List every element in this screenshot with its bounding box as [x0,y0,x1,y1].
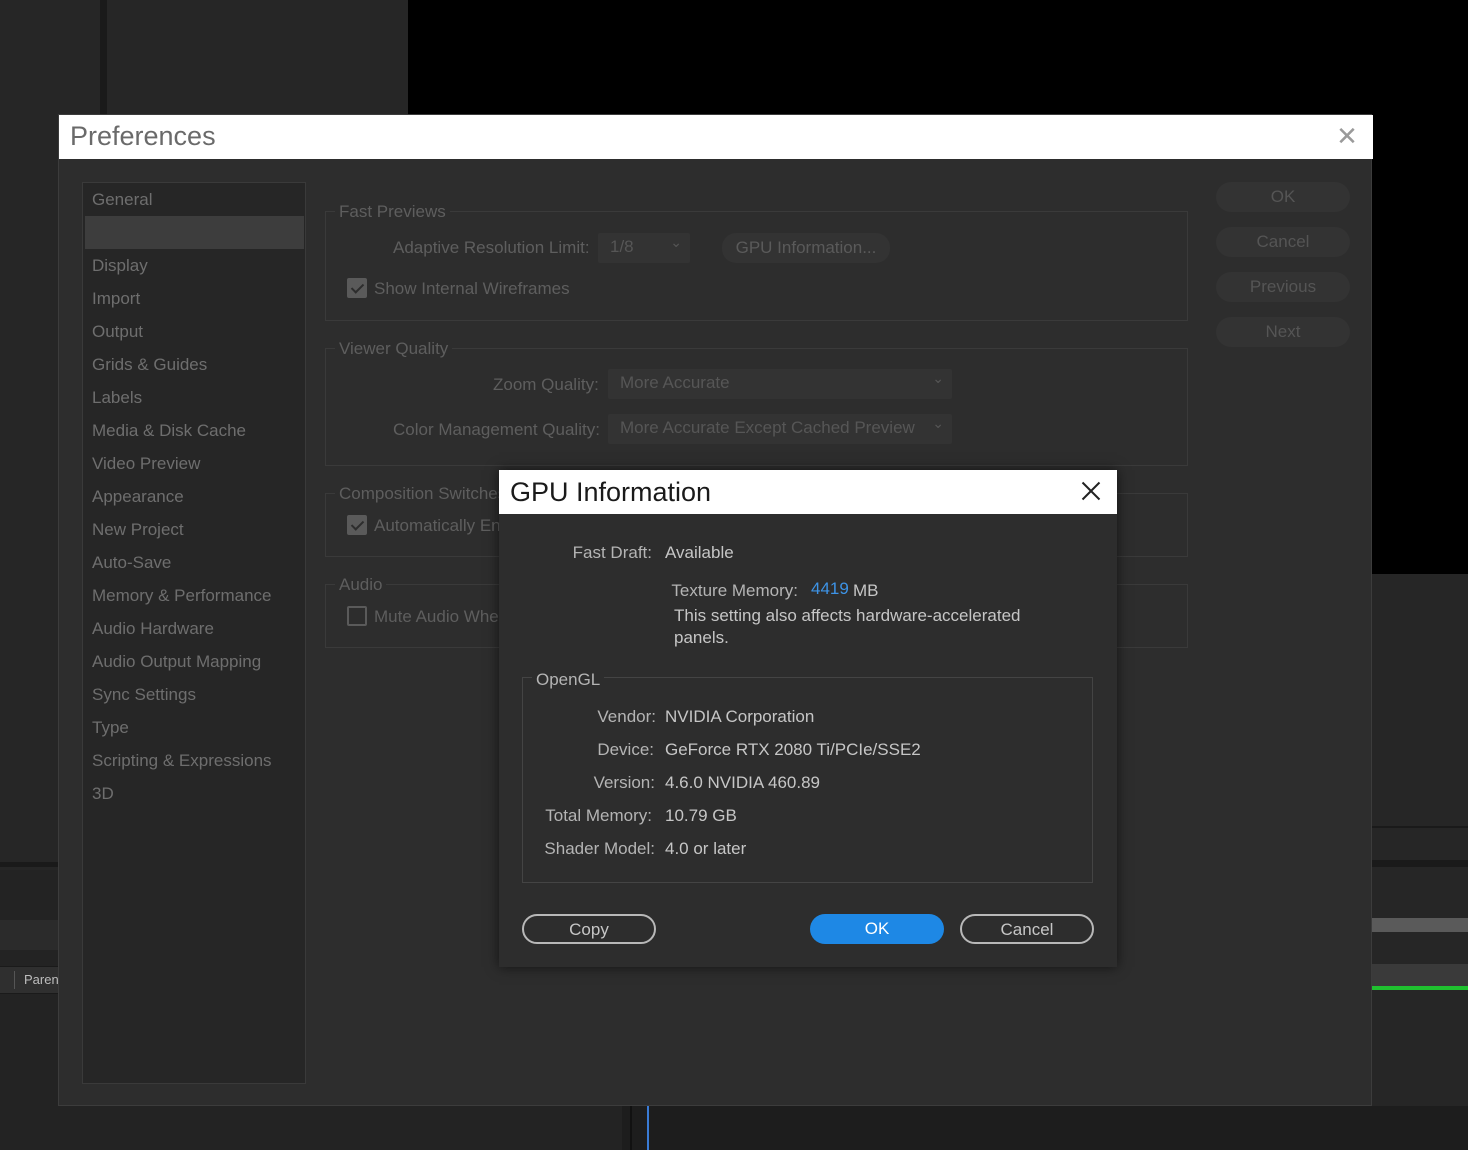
preferences-titlebar: Preferences ✕ [59,115,1373,159]
total-memory-value: 10.79 GB [665,806,737,825]
sidebar-item-audio-output-mapping[interactable]: Audio Output Mapping [92,652,261,672]
fast-previews-group [325,211,1188,321]
adaptive-resolution-label: Adaptive Resolution Limit: [393,238,590,257]
texture-memory-note: This setting also affects hardware-accel… [674,606,1021,647]
sidebar-item-labels[interactable]: Labels [92,388,142,408]
sidebar-item-display[interactable]: Display [92,256,148,276]
panel-divider [630,1106,632,1150]
show-wireframes-label: Show Internal Wireframes [374,279,570,298]
gpu-information-dialog: GPU Information Fast Draft: Available Te… [499,470,1117,967]
chevron-down-icon: ⌄ [932,416,944,432]
sidebar-item-type[interactable]: Type [92,718,129,738]
gpu-dialog-titlebar: GPU Information [499,470,1117,514]
zoom-quality-select[interactable]: More Accurate ⌄ [608,369,952,399]
ok-button[interactable]: OK [810,914,944,944]
next-button[interactable]: Next [1216,317,1350,347]
sidebar-item-sync-settings[interactable]: Sync Settings [92,685,196,705]
panel-divider [1372,826,1468,828]
opengl-title: OpenGL [532,670,605,690]
chevron-down-icon: ⌄ [932,371,944,387]
timeline-layer-bar[interactable] [1372,964,1468,986]
sidebar-item-import[interactable]: Import [92,289,140,309]
vendor-label: Vendor: [597,707,656,726]
texture-memory-value[interactable]: 4419 [811,579,849,599]
gpu-information-button[interactable]: GPU Information... [722,233,890,263]
composition-switches-title: Composition Switches [335,484,511,504]
mute-audio-checkbox[interactable] [347,606,367,626]
ok-button[interactable]: OK [1216,182,1350,212]
timeline-track-area [622,1106,1468,1150]
total-memory-label: Total Memory: [545,806,652,825]
gpu-dialog-title: GPU Information [510,477,712,507]
timeline-column-header[interactable]: Paren [0,966,59,994]
cancel-button[interactable]: Cancel [960,914,1094,944]
auto-enable-checkbox[interactable] [347,515,367,535]
panel-divider [1372,860,1468,867]
viewer-quality-title: Viewer Quality [335,339,453,359]
audio-title: Audio [335,575,387,595]
sidebar-selected-item[interactable] [85,216,304,249]
copy-button[interactable]: Copy [522,914,656,944]
close-icon[interactable]: ✕ [1335,124,1359,150]
texture-memory-label: Texture Memory: [671,581,798,600]
vendor-value: NVIDIA Corporation [665,707,815,726]
fast-previews-title: Fast Previews [335,202,450,222]
sidebar-item-3d[interactable]: 3D [92,784,114,804]
timeline-render-bar [1372,986,1468,990]
shader-model-label: Shader Model: [544,839,655,858]
sidebar-item-video-preview[interactable]: Video Preview [92,454,200,474]
sidebar-item-new-project[interactable]: New Project [92,520,184,540]
parent-column-label: Paren [24,972,59,987]
sidebar-item-grids-guides[interactable]: Grids & Guides [92,355,207,375]
zoom-quality-label: Zoom Quality: [493,375,599,394]
shader-model-value: 4.0 or later [665,839,747,858]
sidebar-item-auto-save[interactable]: Auto-Save [92,553,171,573]
color-management-quality-select[interactable]: More Accurate Except Cached Preview ⌄ [608,414,952,444]
top-panel [107,0,408,114]
viewer-quality-group [325,348,1188,466]
panel-divider [0,862,58,867]
timeline-header [0,920,58,950]
preferences-title: Preferences [70,121,216,151]
column-separator [14,971,15,989]
timeline-scrollbar[interactable] [1372,918,1468,932]
sidebar-item-output[interactable]: Output [92,322,143,342]
device-value: GeForce RTX 2080 Ti/PCIe/SSE2 [665,740,921,759]
show-wireframes-checkbox[interactable] [347,278,367,298]
sidebar-item-scripting-expressions[interactable]: Scripting & Expressions [92,751,272,771]
sidebar-item-general[interactable]: General [92,190,152,210]
color-management-quality-label: Color Management Quality: [393,420,600,439]
fast-draft-value: Available [665,543,734,562]
sidebar-item-media-disk-cache[interactable]: Media & Disk Cache [92,421,246,441]
preferences-sidebar: General Display Import Output Grids & Gu… [82,182,306,1084]
fast-draft-label: Fast Draft: [572,543,652,562]
version-value: 4.6.0 NVIDIA 460.89 [665,773,820,792]
mute-audio-label: Mute Audio Whe [374,607,499,626]
chevron-down-icon: ⌄ [670,235,682,251]
device-label: Device: [597,740,654,759]
sidebar-item-appearance[interactable]: Appearance [92,487,184,507]
auto-enable-label: Automatically En [374,516,501,535]
adaptive-resolution-select[interactable]: 1/8 ⌄ [598,233,690,263]
close-icon[interactable] [1079,479,1103,503]
version-label: Version: [593,773,655,792]
playhead[interactable] [647,1106,649,1150]
sidebar-item-audio-hardware[interactable]: Audio Hardware [92,619,214,639]
previous-button[interactable]: Previous [1216,272,1350,302]
cancel-button[interactable]: Cancel [1216,227,1350,257]
texture-memory-unit: MB [853,581,879,600]
sidebar-item-memory-performance[interactable]: Memory & Performance [92,586,272,606]
